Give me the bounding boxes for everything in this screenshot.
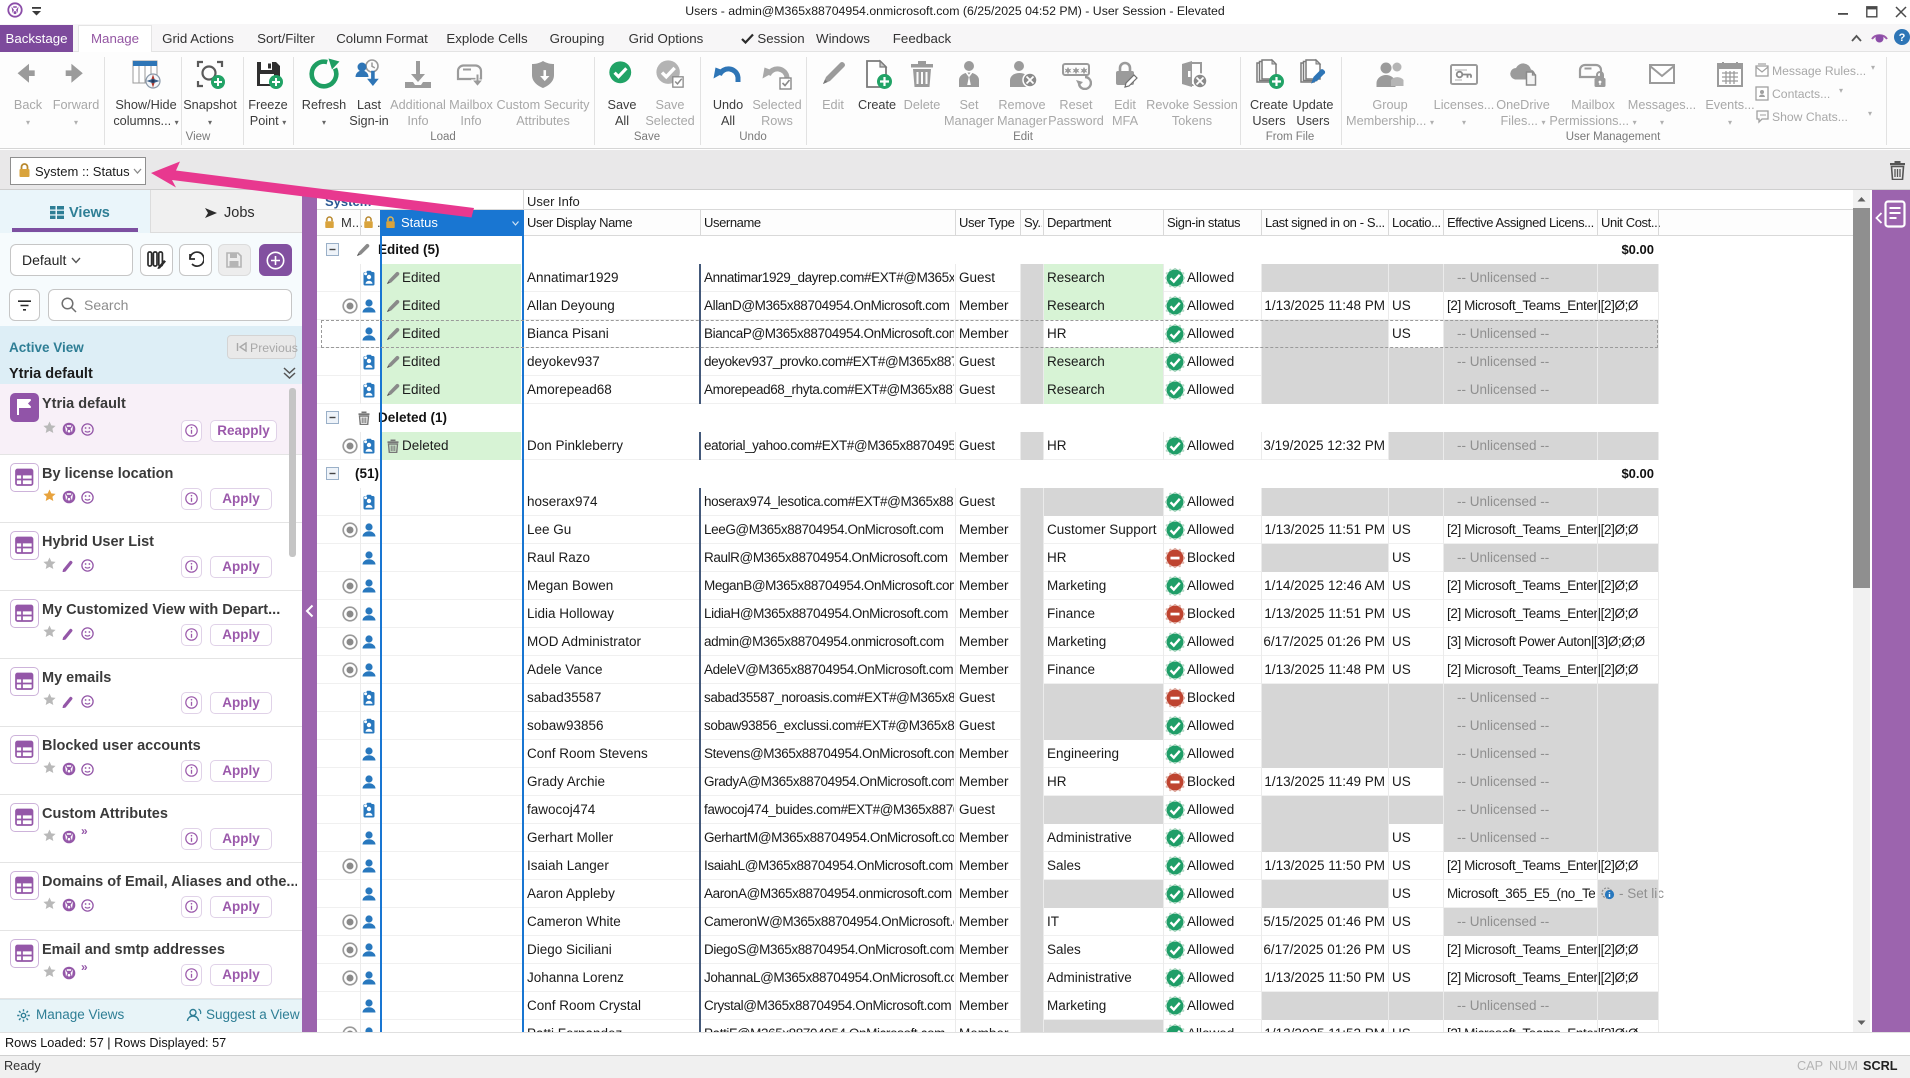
svg-text:?: ? bbox=[1899, 32, 1906, 44]
